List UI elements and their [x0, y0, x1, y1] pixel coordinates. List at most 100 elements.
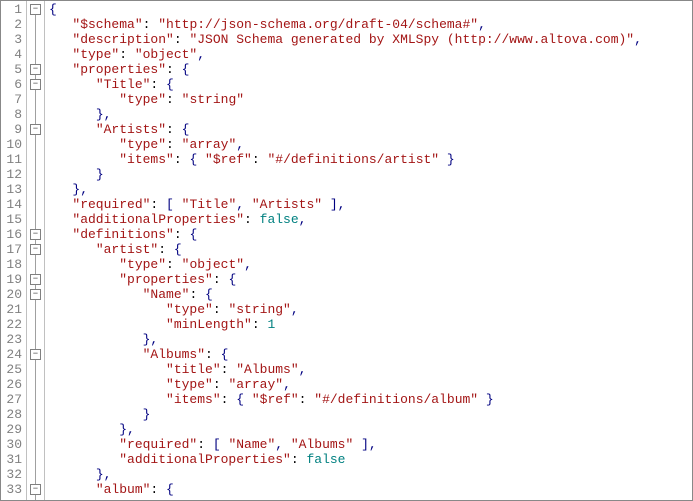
fold-toggle-icon[interactable]: −: [30, 289, 41, 300]
code-line[interactable]: "Artists": {: [49, 122, 642, 137]
code-line[interactable]: }: [49, 407, 642, 422]
code-line[interactable]: {: [49, 2, 642, 17]
token-key: "type": [72, 47, 119, 62]
code-line[interactable]: "items": { "$ref": "#/definitions/artist…: [49, 152, 642, 167]
token-punc: ,: [634, 32, 642, 47]
code-line[interactable]: "definitions": {: [49, 227, 642, 242]
fold-toggle-icon[interactable]: −: [30, 124, 41, 135]
code-line[interactable]: "type": "array",: [49, 137, 642, 152]
fold-toggle-icon[interactable]: −: [30, 79, 41, 90]
line-number: 31: [3, 452, 22, 467]
token-key: "type": [119, 137, 166, 152]
token-punc: ,: [299, 362, 307, 377]
token-punc: {: [174, 242, 182, 257]
token-punc: {: [166, 77, 174, 92]
token-colon: :: [197, 437, 213, 452]
line-number: 11: [3, 152, 22, 167]
token-key: "minLength": [166, 317, 252, 332]
token-str: "Name": [228, 437, 275, 452]
token-str: "Artists": [252, 197, 322, 212]
token-punc: },: [72, 182, 88, 197]
code-line[interactable]: }: [49, 167, 642, 182]
line-number: 13: [3, 182, 22, 197]
token-colon: :: [174, 32, 190, 47]
line-number: 29: [3, 422, 22, 437]
code-line[interactable]: },: [49, 182, 642, 197]
code-line[interactable]: "required": [ "Name", "Albums" ],: [49, 437, 642, 452]
code-line[interactable]: "Name": {: [49, 287, 642, 302]
code-line[interactable]: "items": { "$ref": "#/definitions/album"…: [49, 392, 642, 407]
code-line[interactable]: "additionalProperties": false: [49, 452, 642, 467]
token-key: "additionalProperties": [72, 212, 244, 227]
code-line[interactable]: },: [49, 422, 642, 437]
line-number: 22: [3, 317, 22, 332]
token-colon: :: [252, 317, 268, 332]
code-line[interactable]: "type": "object",: [49, 47, 642, 62]
line-number-gutter: 1234567891011121314151617181920212223242…: [1, 1, 27, 500]
code-line[interactable]: "description": "JSON Schema generated by…: [49, 32, 642, 47]
token-colon: :: [143, 17, 159, 32]
code-area[interactable]: { "$schema": "http://json-schema.org/dra…: [45, 1, 642, 500]
line-number: 15: [3, 212, 22, 227]
code-line[interactable]: "minLength": 1: [49, 317, 642, 332]
code-line[interactable]: "type": "array",: [49, 377, 642, 392]
code-line[interactable]: "artist": {: [49, 242, 642, 257]
token-punc: }: [439, 152, 455, 167]
code-line[interactable]: "properties": {: [49, 62, 642, 77]
fold-toggle-icon[interactable]: −: [30, 4, 41, 15]
line-number: 6: [3, 77, 22, 92]
code-line[interactable]: "properties": {: [49, 272, 642, 287]
fold-toggle-icon[interactable]: −: [30, 64, 41, 75]
token-key: "definitions": [72, 227, 173, 242]
token-str: "object": [135, 47, 197, 62]
code-line[interactable]: "Title": {: [49, 77, 642, 92]
line-number: 33: [3, 482, 22, 497]
token-colon: :: [166, 257, 182, 272]
fold-column: − − − − − − − − − −: [27, 1, 45, 500]
code-line[interactable]: "title": "Albums",: [49, 362, 642, 377]
token-key: "album": [96, 482, 151, 497]
token-colon: :: [150, 197, 166, 212]
code-line[interactable]: "type": "object",: [49, 257, 642, 272]
token-colon: :: [244, 212, 260, 227]
fold-toggle-icon[interactable]: −: [30, 229, 41, 240]
code-line[interactable]: "required": [ "Title", "Artists" ],: [49, 197, 642, 212]
token-punc: ,: [283, 377, 291, 392]
code-line[interactable]: "album": {: [49, 482, 642, 497]
token-key: "Albums": [143, 347, 205, 362]
token-colon: :: [221, 392, 237, 407]
token-colon: :: [252, 152, 268, 167]
token-str: "#/definitions/artist": [267, 152, 439, 167]
token-str: "array": [182, 137, 237, 152]
line-number: 30: [3, 437, 22, 452]
token-punc: }: [478, 392, 494, 407]
code-line[interactable]: "$schema": "http://json-schema.org/draft…: [49, 17, 642, 32]
line-number: 10: [3, 137, 22, 152]
token-punc: },: [96, 107, 112, 122]
token-colon: :: [166, 62, 182, 77]
token-key: "additionalProperties": [119, 452, 291, 467]
fold-toggle-icon[interactable]: −: [30, 244, 41, 255]
fold-toggle-icon[interactable]: −: [30, 274, 41, 285]
fold-toggle-icon[interactable]: −: [30, 349, 41, 360]
code-line[interactable]: "type": "string",: [49, 302, 642, 317]
code-line[interactable]: "Albums": {: [49, 347, 642, 362]
token-colon: :: [299, 392, 315, 407]
code-line[interactable]: "type": "string": [49, 92, 642, 107]
token-str: "object": [182, 257, 244, 272]
token-punc: }: [143, 407, 151, 422]
token-colon: :: [119, 47, 135, 62]
code-line[interactable]: },: [49, 467, 642, 482]
token-key: "properties": [72, 62, 166, 77]
code-line[interactable]: "additionalProperties": false,: [49, 212, 642, 227]
fold-toggle-icon[interactable]: −: [30, 484, 41, 495]
code-line[interactable]: },: [49, 332, 642, 347]
token-key: "required": [119, 437, 197, 452]
token-str: "http://json-schema.org/draft-04/schema#…: [158, 17, 478, 32]
token-colon: :: [150, 77, 166, 92]
token-str: "Title": [182, 197, 237, 212]
code-line[interactable]: },: [49, 107, 642, 122]
token-punc: {: [189, 152, 205, 167]
token-colon: :: [221, 362, 237, 377]
line-number: 19: [3, 272, 22, 287]
